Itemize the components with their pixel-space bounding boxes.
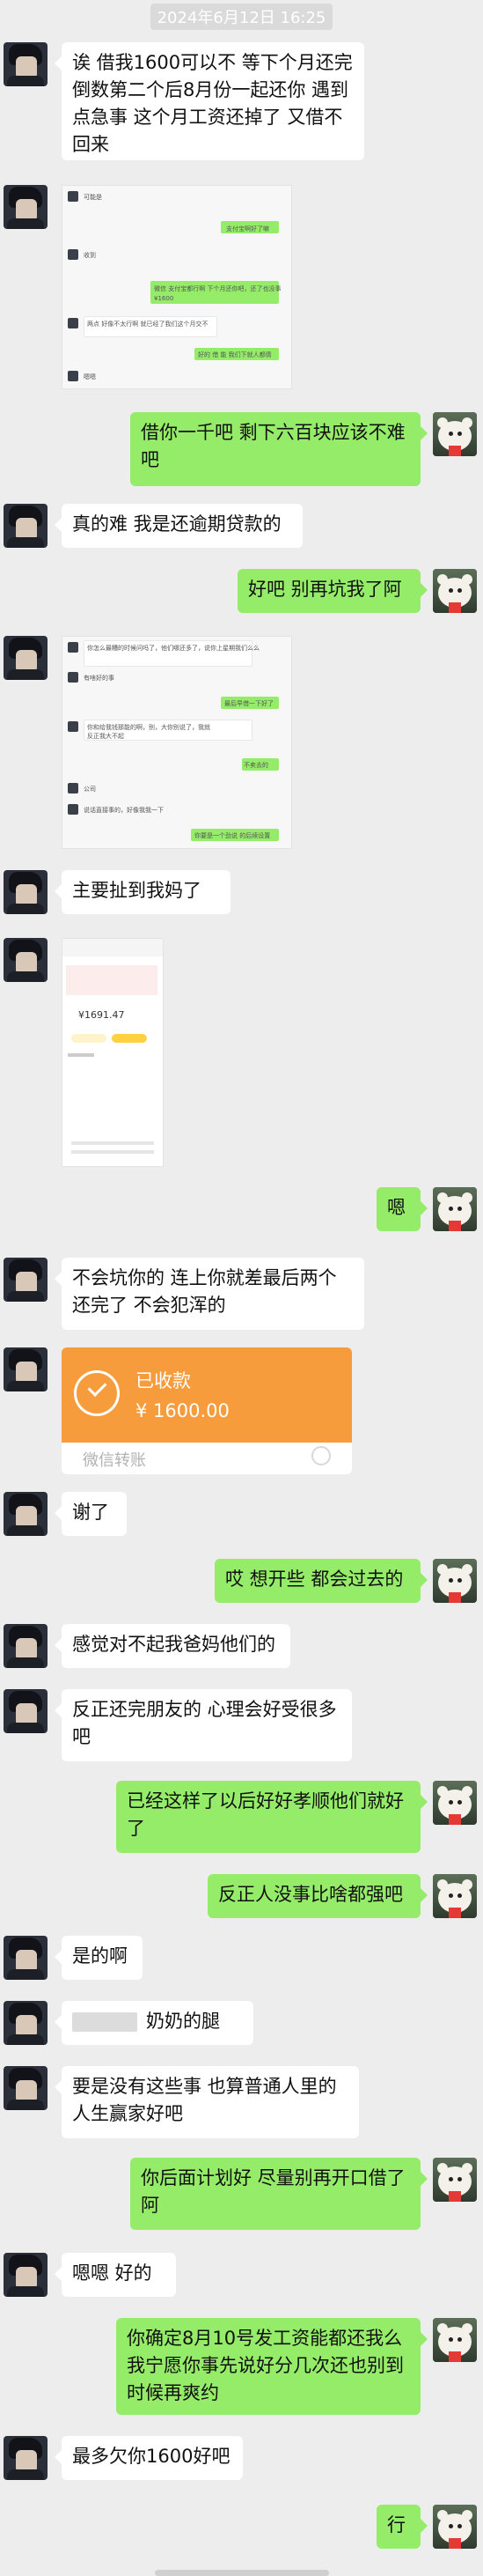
transfer-amount: ¥ 1600.00: [135, 1400, 230, 1421]
avatar[interactable]: [4, 1936, 48, 1980]
timestamp: 2024年6月12日 16:25: [0, 4, 483, 30]
message-bubble[interactable]: 诶 借我1600可以不 等下个月还完倒数第二个后8月份一起还你 遇到点急事 这个…: [55, 42, 364, 160]
screenshot-amount: ¥1691.47: [78, 1009, 125, 1021]
avatar[interactable]: [433, 412, 477, 456]
avatar[interactable]: [4, 636, 48, 680]
avatar[interactable]: [4, 504, 48, 548]
avatar[interactable]: [433, 1781, 477, 1825]
avatar[interactable]: [4, 1347, 48, 1391]
message-bubble[interactable]: 好吧 别再坑我了阿: [238, 569, 428, 613]
screenshot-text: 有啥好的事: [84, 675, 114, 682]
screenshot-text: 支付宝啊好了嘛: [226, 225, 269, 233]
avatar[interactable]: [433, 1874, 477, 1918]
screenshot-text: 你要是一个劲说 的后续设置: [194, 832, 271, 839]
message-bubble[interactable]: 主要扯到我妈了: [55, 870, 231, 914]
message-bubble[interactable]: 嗯嗯 好的: [55, 2253, 176, 2297]
screenshot-text: 你和给我钱那能的啊，别，大你别说了，我就: [87, 724, 210, 731]
transfer-status: 已收款: [135, 1370, 191, 1391]
message-bubble[interactable]: 不会坑你的 连上你就差最后两个还完了 不会犯浑的: [55, 1258, 364, 1330]
message-bubble[interactable]: 你确定8月10号发工资能都还我么 我宁愿你事先说好分几次还也别到时候再爽约: [116, 2318, 428, 2415]
wechat-pay-icon: [311, 1446, 331, 1465]
avatar[interactable]: [433, 2318, 477, 2362]
message-bubble[interactable]: 反正人没事比啥都强吧: [208, 1874, 428, 1918]
avatar[interactable]: [4, 1689, 48, 1733]
message-bubble[interactable]: 嗯: [377, 1187, 428, 1231]
screenshot-text: 你怎么最糟的时候问吗了，他们哪还多了，说你上星期我们么么: [87, 645, 260, 652]
avatar[interactable]: [4, 938, 48, 982]
message-bubble[interactable]: 反正还完朋友的 心理会好受很多吧: [55, 1689, 352, 1761]
redacted-block: [72, 2012, 137, 2032]
avatar[interactable]: [4, 2436, 48, 2480]
screenshot-text: 可能是: [84, 194, 102, 201]
message-bubble[interactable]: 最多欠你1600好吧: [55, 2436, 243, 2480]
screenshot-text: 好的 借 能 我们下就人都倩: [198, 351, 272, 358]
message-bubble[interactable]: 奶奶的腿: [55, 2001, 253, 2045]
screenshot-text: 收到: [84, 252, 96, 259]
avatar[interactable]: [433, 569, 477, 613]
avatar[interactable]: [4, 2066, 48, 2110]
message-bubble[interactable]: 借你一千吧 剩下六百块应该不难吧: [130, 412, 428, 486]
check-circle-icon: [74, 1370, 120, 1416]
payment-screenshot-image[interactable]: ¥1691.47: [62, 938, 164, 1167]
avatar[interactable]: [433, 2158, 477, 2202]
avatar[interactable]: [4, 1492, 48, 1536]
avatar[interactable]: [433, 1559, 477, 1603]
screenshot-text: 最后早借一下好了: [224, 700, 274, 707]
screenshot-text: 反正我大不起: [87, 733, 124, 740]
avatar[interactable]: [4, 1624, 48, 1668]
avatar[interactable]: [4, 185, 48, 229]
message-bubble[interactable]: 已经这样了以后好好孝顺他们就好了: [116, 1781, 428, 1853]
message-bubble[interactable]: 哎 想开些 都会过去的: [215, 1559, 428, 1603]
message-bubble[interactable]: 行: [377, 2505, 428, 2549]
message-bubble[interactable]: 谢了: [55, 1492, 127, 1536]
avatar[interactable]: [433, 2505, 477, 2549]
message-bubble[interactable]: 真的难 我是还逾期贷款的: [55, 504, 303, 548]
screenshot-text: 两点 好像不太行啊 就已经了我们这个月交不: [87, 321, 209, 328]
chat-screenshot-image[interactable]: 你怎么最糟的时候问吗了，他们哪还多了，说你上星期我们么么 有啥好的事 最后早借一…: [62, 636, 292, 849]
message-bubble[interactable]: 是的啊: [55, 1936, 143, 1980]
chat-screenshot-image[interactable]: 可能是 支付宝啊好了嘛 收到 微信 支付宝都行啊 下个月还你吧，还了也没事 ¥1…: [62, 185, 292, 389]
avatar[interactable]: [4, 2253, 48, 2297]
message-bubble[interactable]: 感觉对不起我爸妈他们的: [55, 1624, 290, 1668]
screenshot-text: 不卖去的: [244, 762, 268, 769]
message-bubble[interactable]: 要是没有这些事 也算普通人里的人生赢家好吧: [55, 2066, 359, 2138]
message-bubble[interactable]: 你后面计划好 尽量别再开口借了阿: [130, 2158, 428, 2230]
avatar[interactable]: [433, 1187, 477, 1231]
avatar[interactable]: [4, 42, 48, 86]
screenshot-text: 公司: [84, 786, 96, 793]
screenshot-text: ¥1600: [154, 295, 174, 302]
avatar[interactable]: [4, 870, 48, 914]
home-indicator: [155, 2570, 329, 2576]
wechat-transfer-card[interactable]: 已收款 ¥ 1600.00 微信转账: [62, 1347, 352, 1474]
screenshot-text: 微信 支付宝都行啊 下个月还你吧，还了也没事: [154, 285, 282, 292]
avatar[interactable]: [4, 1258, 48, 1302]
screenshot-text: 嗯嗯: [84, 373, 96, 380]
message-text: 奶奶的腿: [146, 2011, 220, 2032]
transfer-footer: 微信转账: [83, 1451, 146, 1470]
screenshot-text: 说话直接事的，好像我我一下: [84, 807, 164, 814]
avatar[interactable]: [4, 2001, 48, 2045]
